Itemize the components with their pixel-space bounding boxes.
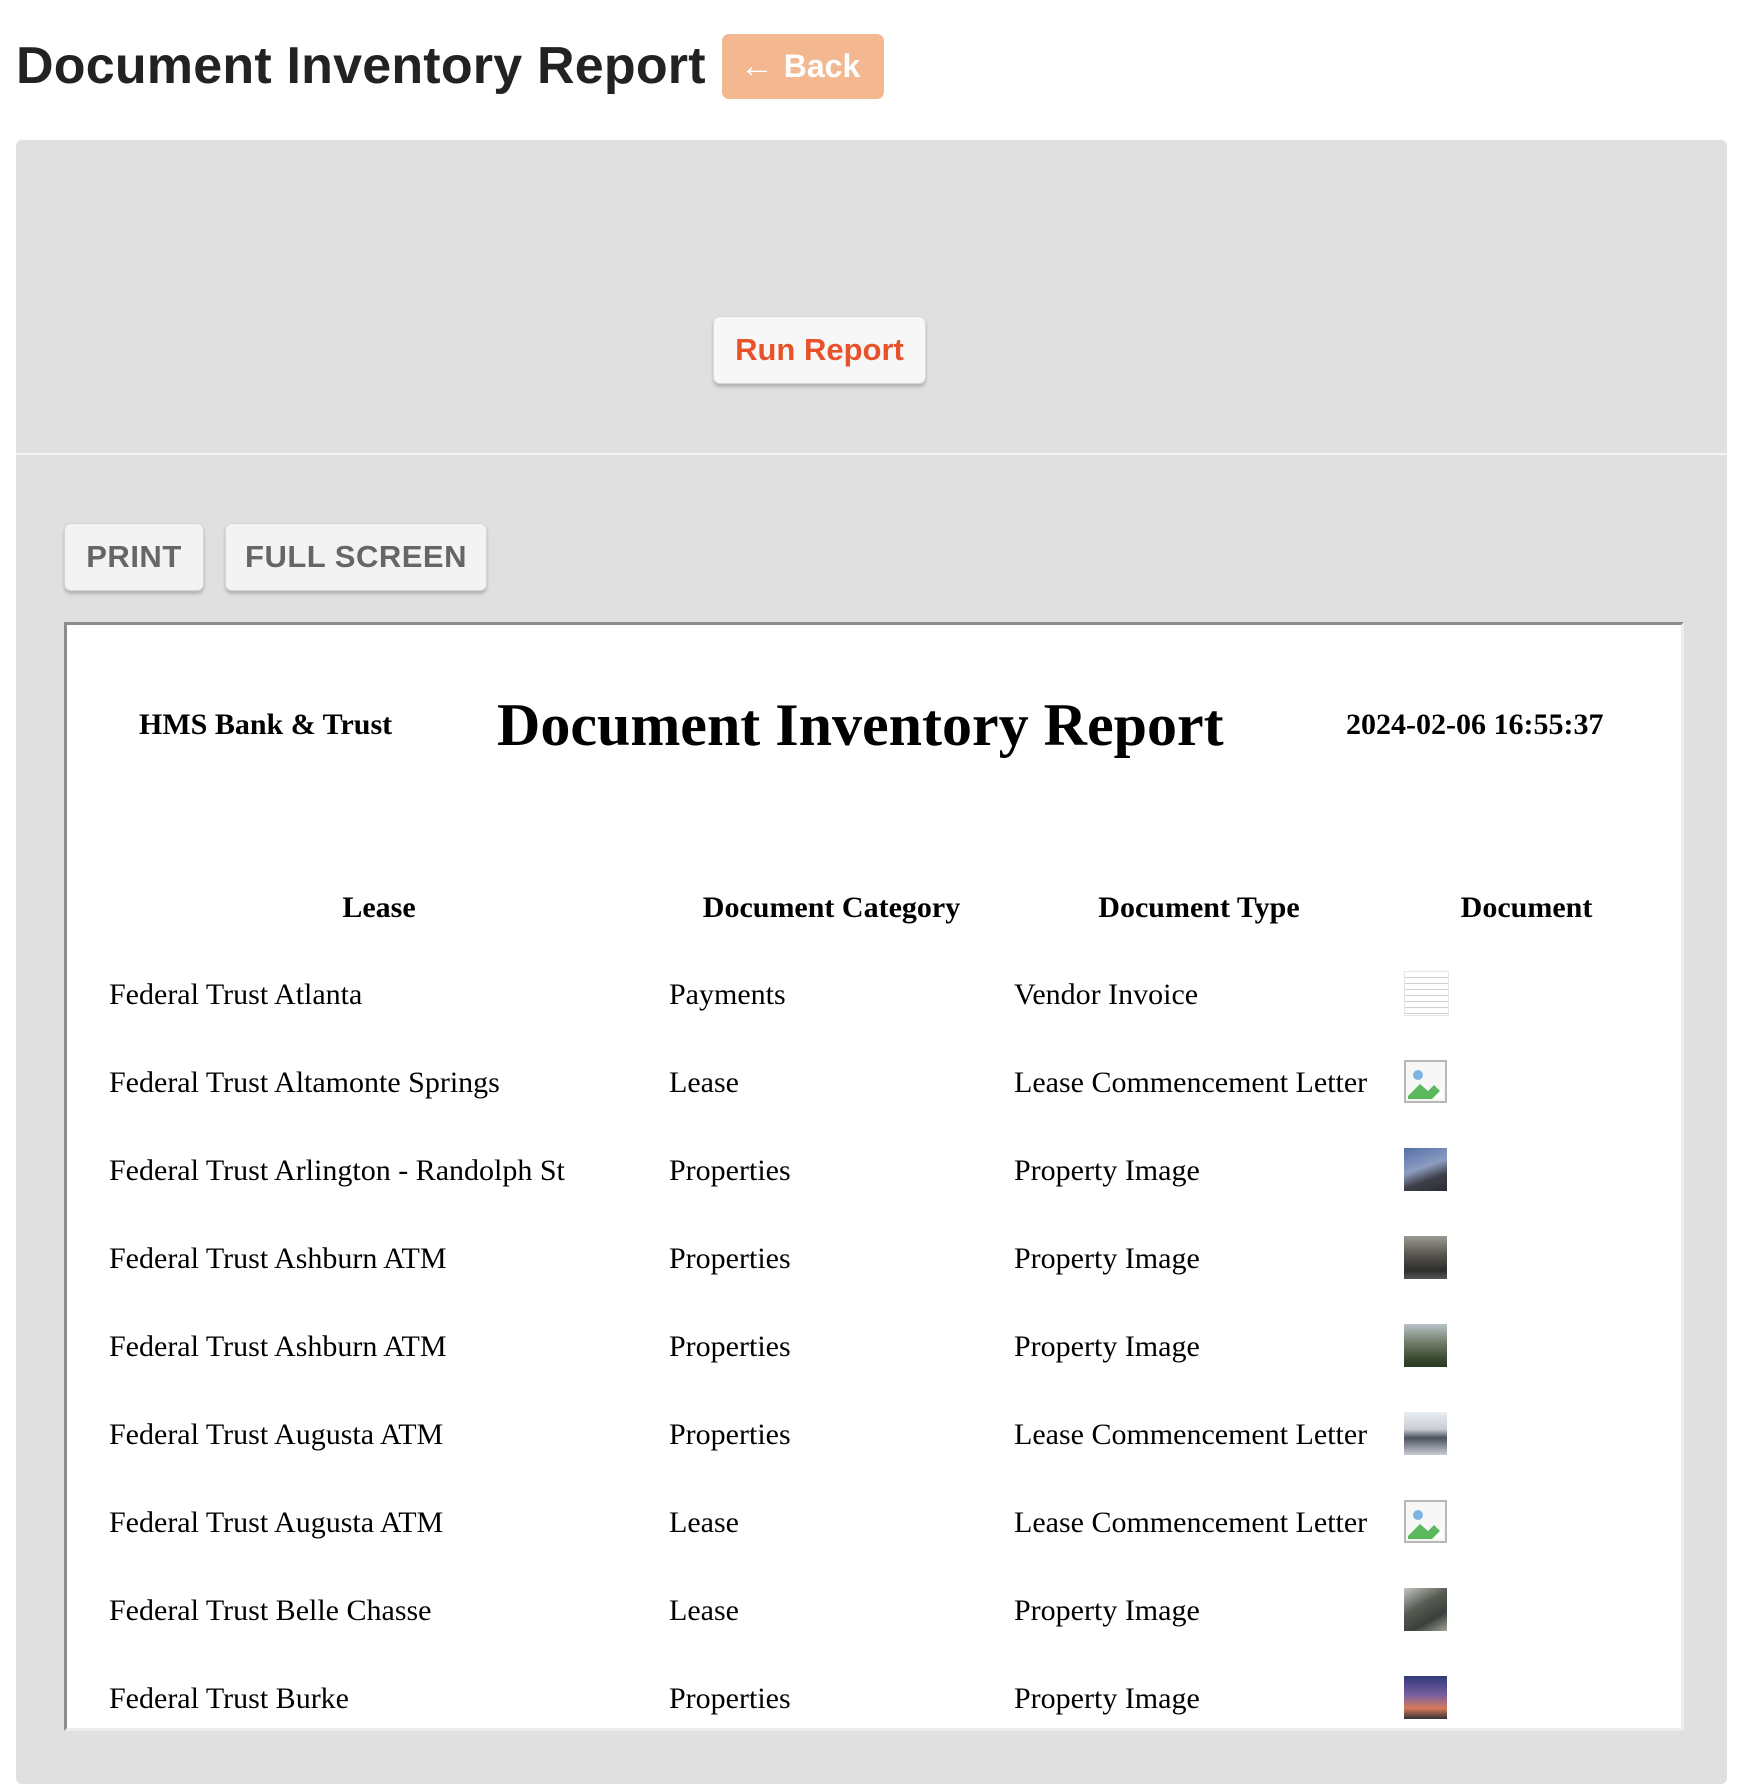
type-cell: Vendor Invoice — [1014, 978, 1199, 1011]
table-row: Federal Trust Altamonte Springs Lease Le… — [99, 1039, 1659, 1127]
table-row: Federal Trust Augusta ATM Properties Lea… — [99, 1391, 1659, 1479]
lease-cell: Federal Trust Burke — [109, 1682, 349, 1715]
type-cell: Lease Commencement Letter — [1014, 1066, 1368, 1099]
category-cell: Payments — [669, 978, 786, 1011]
property-photo-thumbnail[interactable] — [1404, 1235, 1447, 1279]
document-cell — [1394, 1391, 1659, 1479]
category-cell: Properties — [669, 1682, 791, 1715]
category-cell: Properties — [669, 1418, 791, 1451]
arrow-left-icon: ← — [739, 47, 774, 85]
table-row: Federal Trust Ashburn ATM Properties Pro… — [99, 1303, 1659, 1391]
category-cell: Lease — [669, 1594, 739, 1627]
report-title: Document Inventory Report — [497, 692, 1224, 758]
document-cell — [1394, 951, 1659, 1039]
property-photo-thumbnail[interactable] — [1404, 1147, 1447, 1191]
type-cell: Lease Commencement Letter — [1014, 1418, 1368, 1451]
report-timestamp: 2024-02-06 16:55:37 — [1346, 708, 1604, 741]
lease-cell: Federal Trust Arlington - Randolph St — [109, 1154, 565, 1187]
report-viewer[interactable]: HMS Bank & Trust Document Inventory Repo… — [64, 622, 1684, 1731]
property-photo-thumbnail[interactable] — [1404, 1323, 1447, 1367]
full-screen-button[interactable]: FULL SCREEN — [225, 523, 487, 591]
category-cell: Lease — [669, 1066, 739, 1099]
document-cell — [1394, 1215, 1659, 1303]
column-header-document-category: Document Category — [702, 891, 961, 924]
table-row: Federal Trust Ashburn ATM Properties Pro… — [99, 1215, 1659, 1303]
type-cell: Property Image — [1014, 1242, 1200, 1275]
report-company-name: HMS Bank & Trust — [139, 708, 393, 741]
type-cell: Property Image — [1014, 1330, 1200, 1363]
atm-photo-thumbnail[interactable] — [1404, 1411, 1447, 1455]
category-cell: Properties — [669, 1330, 791, 1363]
document-cell — [1394, 1655, 1659, 1728]
document-cell — [1394, 1567, 1659, 1655]
table-row: Federal Trust Burke Properties Property … — [99, 1655, 1659, 1728]
page-title: Document Inventory Report — [16, 37, 706, 95]
table-row: Federal Trust Augusta ATM Lease Lease Co… — [99, 1479, 1659, 1567]
lease-cell: Federal Trust Augusta ATM — [109, 1506, 444, 1539]
type-cell: Property Image — [1014, 1682, 1200, 1715]
lease-cell: Federal Trust Atlanta — [109, 978, 363, 1011]
document-thumbnail-icon[interactable] — [1404, 970, 1449, 1016]
document-cell — [1394, 1303, 1659, 1391]
type-cell: Lease Commencement Letter — [1014, 1506, 1368, 1539]
type-cell: Property Image — [1014, 1154, 1200, 1187]
broken-image-icon[interactable] — [1404, 1499, 1447, 1543]
table-header-row: Lease Document Category Document Type Do… — [99, 865, 1659, 951]
lease-cell: Federal Trust Ashburn ATM — [109, 1242, 447, 1275]
lease-cell: Federal Trust Belle Chasse — [109, 1594, 432, 1627]
property-photo-thumbnail[interactable] — [1404, 1675, 1447, 1719]
lease-cell: Federal Trust Augusta ATM — [109, 1418, 444, 1451]
column-header-document-type: Document Type — [1098, 891, 1300, 924]
property-photo-thumbnail[interactable] — [1404, 1587, 1447, 1631]
column-header-lease: Lease — [342, 891, 416, 924]
table-row: Federal Trust Arlington - Randolph St Pr… — [99, 1127, 1659, 1215]
type-cell: Property Image — [1014, 1594, 1200, 1627]
print-button[interactable]: PRINT — [64, 523, 204, 591]
column-header-document: Document — [1460, 891, 1593, 924]
document-cell — [1394, 1039, 1659, 1127]
back-button-label: Back — [783, 47, 861, 84]
category-cell: Properties — [669, 1242, 791, 1275]
broken-image-icon[interactable] — [1404, 1059, 1447, 1103]
report-parameters-section: Run Report — [16, 140, 1727, 455]
run-report-button[interactable]: Run Report — [713, 316, 926, 384]
category-cell: Lease — [669, 1506, 739, 1539]
lease-cell: Federal Trust Altamonte Springs — [109, 1066, 500, 1099]
report-panel: Run Report PRINT FULL SCREEN HMS Bank & … — [16, 140, 1727, 1784]
document-cell — [1394, 1479, 1659, 1567]
table-row: Federal Trust Belle Chasse Lease Propert… — [99, 1567, 1659, 1655]
category-cell: Properties — [669, 1154, 791, 1187]
page-header: Document Inventory Report ← Back — [16, 30, 885, 102]
report-table: Lease Document Category Document Type Do… — [99, 865, 1659, 1728]
table-row: Federal Trust Atlanta Payments Vendor In… — [99, 951, 1659, 1039]
back-button[interactable]: ← Back — [721, 33, 885, 99]
document-cell — [1394, 1127, 1659, 1215]
lease-cell: Federal Trust Ashburn ATM — [109, 1330, 447, 1363]
